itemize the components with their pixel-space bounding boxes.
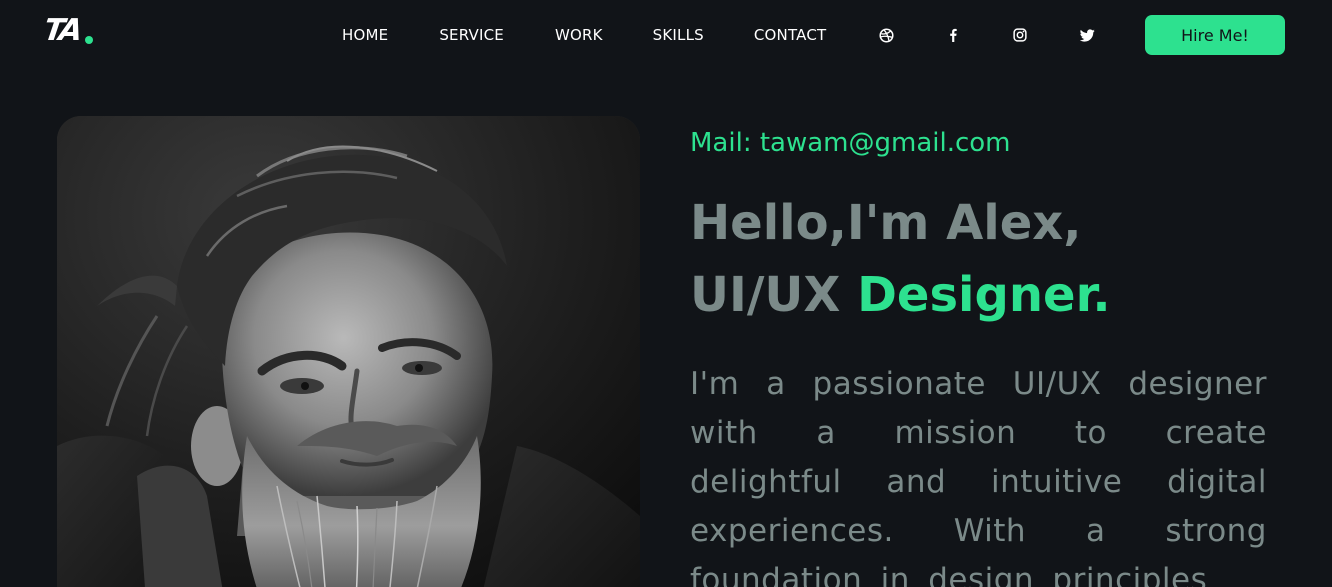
hire-me-button[interactable]: Hire Me! bbox=[1145, 15, 1285, 55]
nav-service[interactable]: SERVICE bbox=[439, 24, 504, 46]
greeting: Hello,I'm Alex, bbox=[690, 195, 1082, 251]
nav-home[interactable]: HOME bbox=[342, 24, 388, 46]
portrait-illustration bbox=[57, 116, 640, 587]
facebook-icon[interactable] bbox=[945, 26, 961, 44]
logo-dot bbox=[85, 36, 94, 44]
nav-skills[interactable]: SKILLS bbox=[653, 24, 704, 46]
hero-heading: Hello,I'm Alex, UI/UX Designer. bbox=[690, 187, 1111, 331]
profile-photo bbox=[57, 116, 640, 587]
contact-email[interactable]: Mail: tawam@gmail.com bbox=[690, 128, 1011, 158]
brand-logo[interactable]: TA bbox=[41, 13, 94, 48]
role-accent: Designer. bbox=[857, 267, 1111, 323]
role-prefix: UI/UX bbox=[690, 267, 858, 323]
instagram-icon[interactable] bbox=[1012, 26, 1028, 44]
nav-contact[interactable]: CONTACT bbox=[754, 24, 827, 46]
nav-work[interactable]: WORK bbox=[555, 24, 603, 46]
twitter-icon[interactable] bbox=[1079, 26, 1095, 44]
logo-text: TA bbox=[41, 13, 82, 48]
intro-paragraph: I'm a passionate UI/UX designer with a m… bbox=[690, 366, 1267, 587]
dribbble-icon[interactable] bbox=[878, 26, 894, 44]
portfolio-page: TA HOME SERVICE WORK SKILLS CONTACT Hire… bbox=[0, 0, 1332, 587]
main-nav: HOME SERVICE WORK SKILLS CONTACT bbox=[342, 24, 876, 46]
